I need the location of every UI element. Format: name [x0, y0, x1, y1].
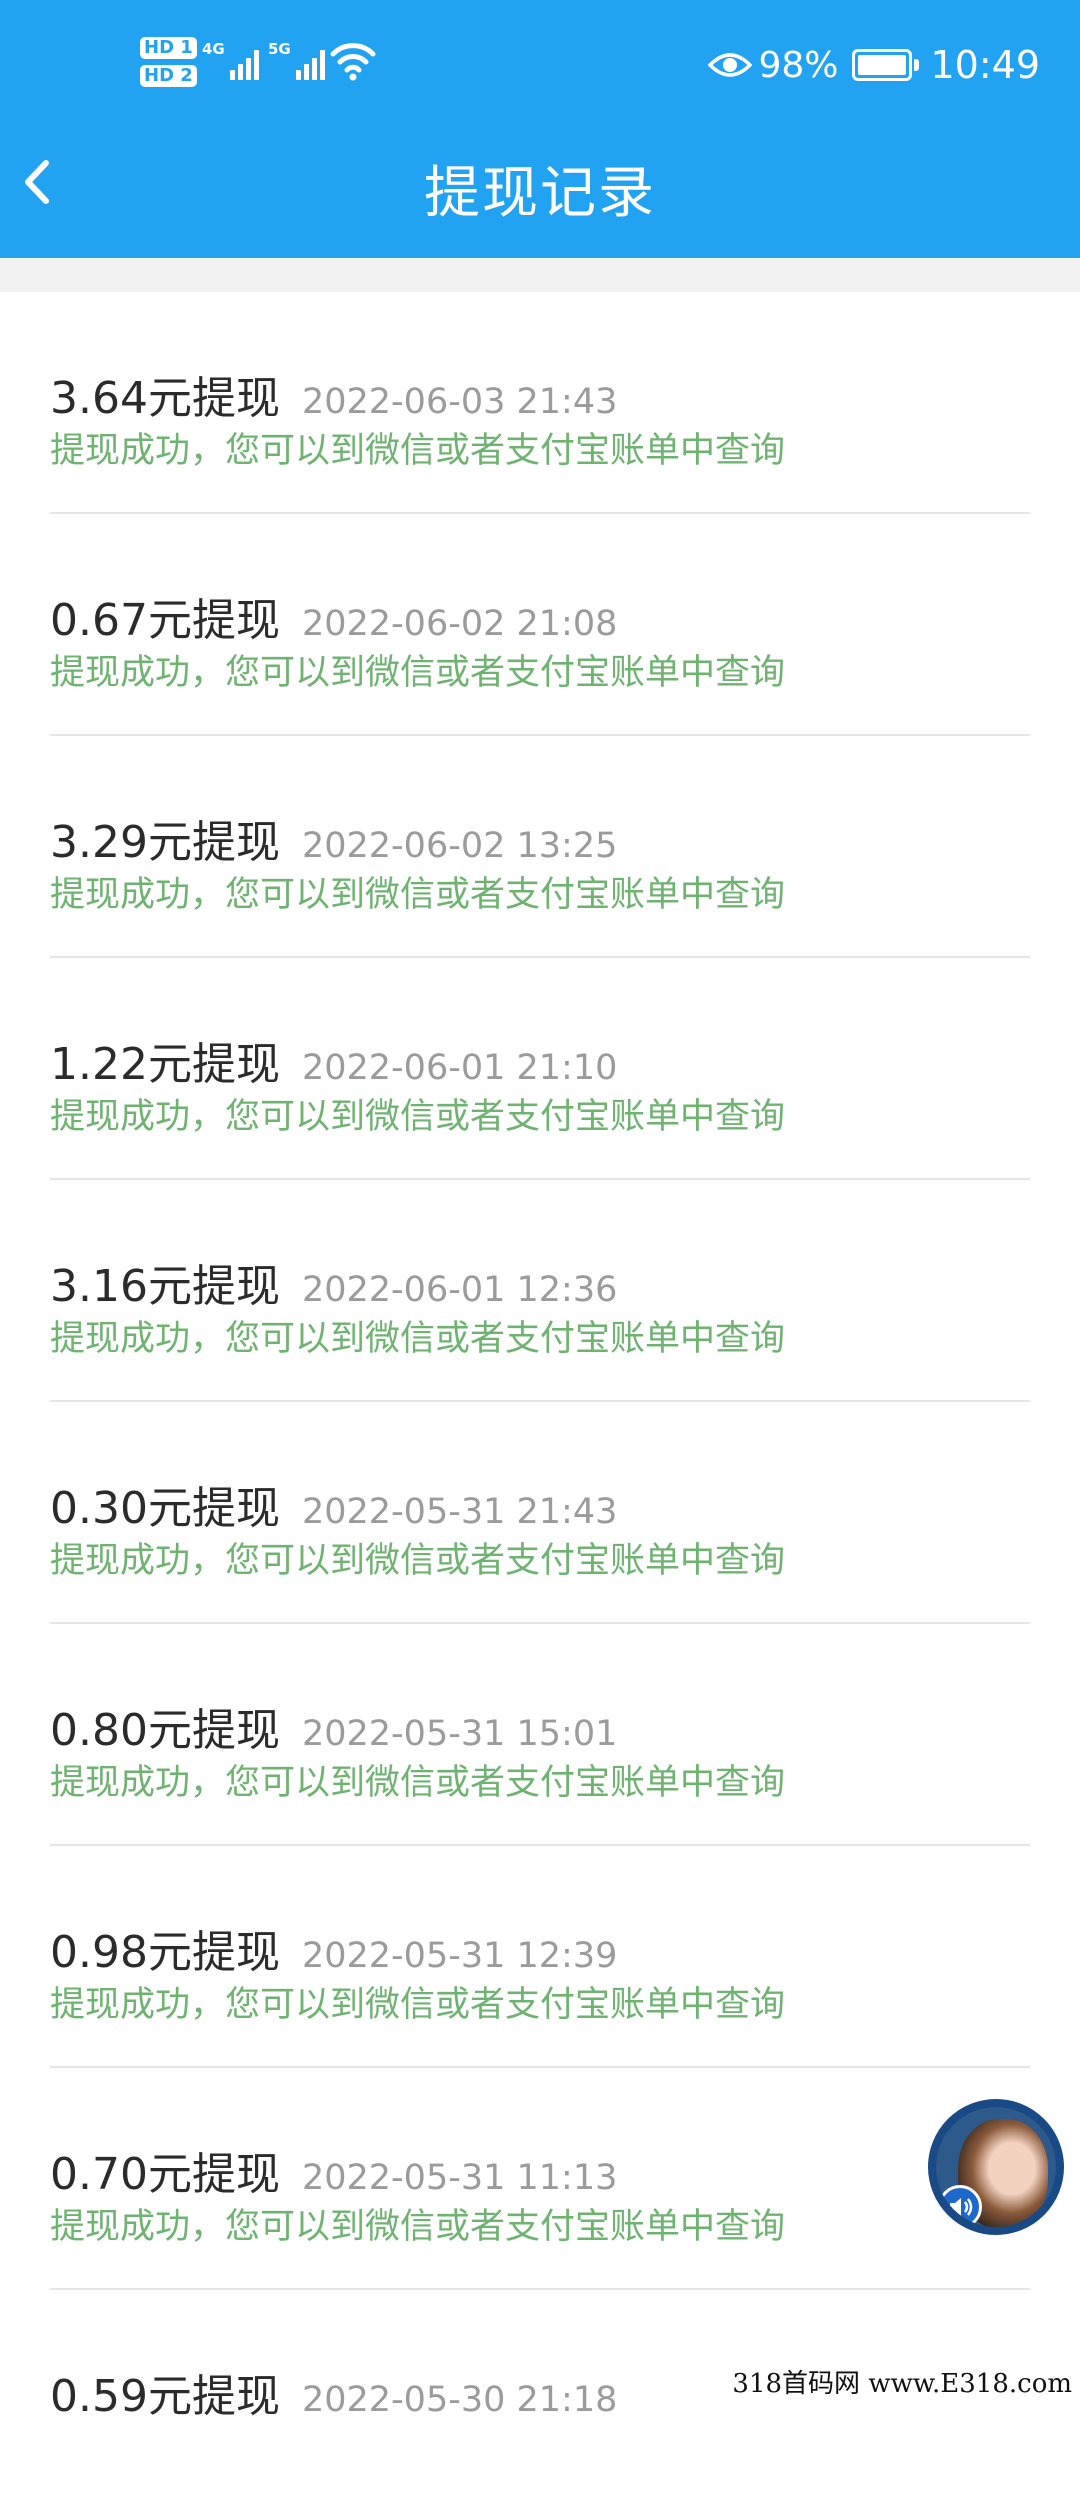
record-amount: 0.30元提现	[50, 1483, 280, 1534]
record-status: 提现成功，您可以到微信或者支付宝账单中查询	[50, 2207, 786, 2247]
record-amount: 0.59元提现	[50, 2371, 280, 2422]
record-status: 提现成功，您可以到微信或者支付宝账单中查询	[50, 431, 786, 471]
record-status: 提现成功，您可以到微信或者支付宝账单中查询	[50, 1541, 786, 1581]
record-amount: 0.67元提现	[50, 595, 280, 646]
hd-sim-icon: HD 2	[140, 65, 197, 87]
record-date: 2022-05-30 21:18	[301, 2380, 618, 2420]
list-item[interactable]: 3.64元提现 2022-06-03 21:43 提现成功，您可以到微信或者支付宝…	[0, 292, 1080, 514]
withdraw-record-list[interactable]: 3.64元提现 2022-06-03 21:43 提现成功，您可以到微信或者支付宝…	[0, 292, 1080, 2512]
clock: 10:49	[930, 43, 1040, 87]
record-date: 2022-06-03 21:43	[301, 382, 618, 422]
record-status: 提现成功，您可以到微信或者支付宝账单中查询	[50, 1985, 786, 2025]
floating-avatar-button[interactable]	[928, 2099, 1064, 2235]
record-date: 2022-06-01 12:36	[301, 1270, 618, 1310]
record-amount: 0.70元提现	[50, 2149, 280, 2200]
record-date: 2022-06-02 21:08	[301, 604, 618, 644]
watermark: 318首码网 www.E318.com	[732, 2369, 1072, 2399]
record-amount: 1.22元提现	[50, 1039, 280, 1090]
list-item[interactable]: 0.59元提现 2022-05-30 21:18	[0, 2290, 1080, 2512]
signal-4g-icon: 4G	[202, 40, 259, 80]
record-status: 提现成功，您可以到微信或者支付宝账单中查询	[50, 1097, 786, 1137]
list-item[interactable]: 3.29元提现 2022-06-02 13:25 提现成功，您可以到微信或者支付宝…	[0, 736, 1080, 958]
sim-indicators: HD 1 HD 2	[140, 34, 201, 90]
section-gap	[0, 258, 1080, 292]
top-bar: HD 1 HD 2 4G 5G 98% 10:49 提现记录	[0, 0, 1080, 258]
list-item[interactable]: 0.67元提现 2022-06-02 21:08 提现成功，您可以到微信或者支付宝…	[0, 514, 1080, 736]
record-amount: 0.98元提现	[50, 1927, 280, 1978]
record-date: 2022-06-01 21:10	[301, 1048, 618, 1088]
record-amount: 3.16元提现	[50, 1261, 280, 1312]
record-date: 2022-05-31 21:43	[301, 1492, 618, 1532]
list-item[interactable]: 3.16元提现 2022-06-01 12:36 提现成功，您可以到微信或者支付宝…	[0, 1180, 1080, 1402]
hd-sim-icon: HD 1	[140, 37, 197, 59]
record-amount: 3.64元提现	[50, 373, 280, 424]
record-status: 提现成功，您可以到微信或者支付宝账单中查询	[50, 653, 786, 693]
battery-percent: 98%	[758, 44, 839, 86]
list-item[interactable]: 0.98元提现 2022-05-31 12:39 提现成功，您可以到微信或者支付宝…	[0, 1846, 1080, 2068]
eye-icon	[708, 53, 753, 77]
record-status: 提现成功，您可以到微信或者支付宝账单中查询	[50, 1763, 786, 1803]
status-bar: HD 1 HD 2 4G 5G 98% 10:49	[0, 0, 1080, 130]
record-date: 2022-05-31 11:13	[301, 2158, 618, 2198]
list-item[interactable]: 0.80元提现 2022-05-31 15:01 提现成功，您可以到微信或者支付宝…	[0, 1624, 1080, 1846]
page-title: 提现记录	[424, 161, 656, 226]
list-item[interactable]: 1.22元提现 2022-06-01 21:10 提现成功，您可以到微信或者支付宝…	[0, 958, 1080, 1180]
record-amount: 3.29元提现	[50, 817, 280, 868]
signal-5g-icon: 5G	[268, 40, 325, 80]
list-item[interactable]: 0.70元提现 2022-05-31 11:13 提现成功，您可以到微信或者支付宝…	[0, 2068, 1080, 2290]
wifi-icon	[330, 43, 376, 81]
battery-icon	[852, 49, 920, 81]
record-status: 提现成功，您可以到微信或者支付宝账单中查询	[50, 875, 786, 915]
record-amount: 0.80元提现	[50, 1705, 280, 1756]
list-item[interactable]: 0.30元提现 2022-05-31 21:43 提现成功，您可以到微信或者支付宝…	[0, 1402, 1080, 1624]
record-date: 2022-05-31 15:01	[301, 1714, 618, 1754]
record-date: 2022-06-02 13:25	[301, 826, 618, 866]
record-status: 提现成功，您可以到微信或者支付宝账单中查询	[50, 1319, 786, 1359]
status-right: 98% 10:49	[708, 36, 1040, 94]
speaker-icon	[938, 2185, 982, 2227]
record-date: 2022-05-31 12:39	[301, 1936, 618, 1976]
